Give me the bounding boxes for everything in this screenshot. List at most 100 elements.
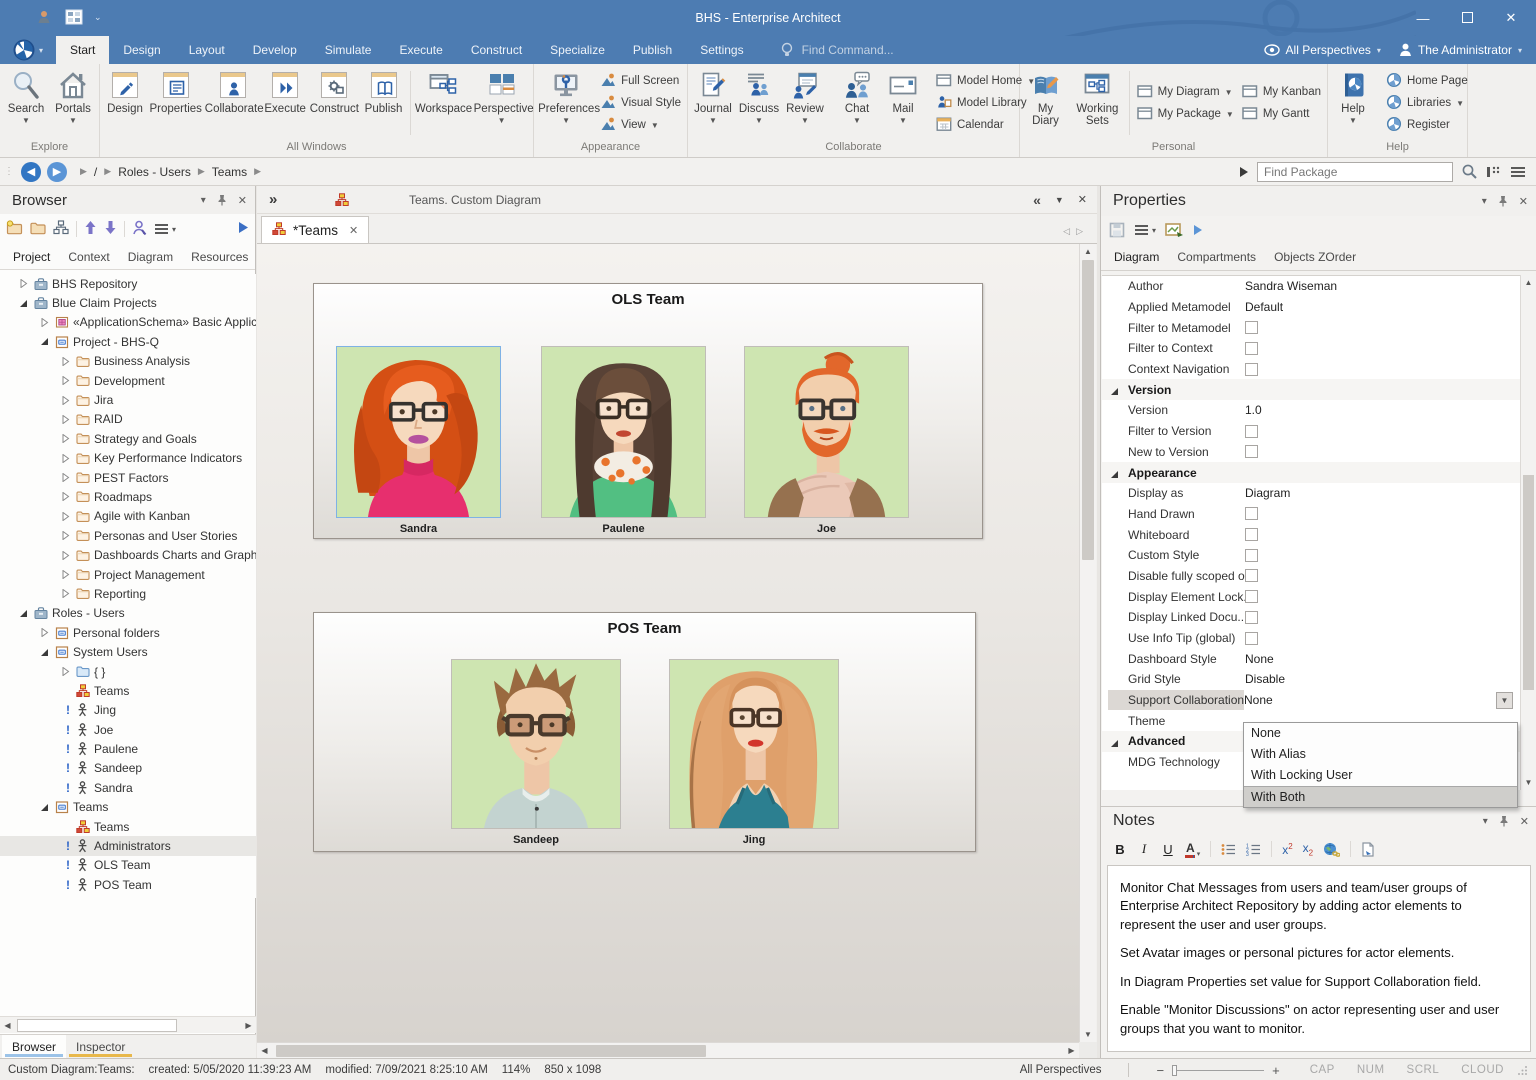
property-row-dashboard-style[interactable]: Dashboard StyleNone bbox=[1102, 648, 1520, 669]
property-value[interactable]: Sandra Wiseman bbox=[1245, 279, 1337, 293]
menu-icon[interactable]: ▾ bbox=[1134, 224, 1156, 236]
property-value[interactable]: 1.0 bbox=[1245, 403, 1262, 417]
collapsed-icon[interactable] bbox=[58, 531, 72, 540]
actor-paulene[interactable]: Paulene bbox=[541, 346, 706, 535]
collapse-icon[interactable]: « bbox=[1033, 192, 1041, 208]
properties-button[interactable]: Properties bbox=[148, 67, 203, 139]
publish-button[interactable]: Publish bbox=[361, 67, 407, 139]
tree-item-sandra[interactable]: ! Sandra bbox=[0, 778, 256, 797]
tree-item-strategy-and-goals[interactable]: Strategy and Goals bbox=[0, 429, 256, 448]
property-value[interactable]: Diagram bbox=[1245, 486, 1290, 500]
close-tab-icon[interactable]: ✕ bbox=[349, 224, 358, 237]
move-down-icon[interactable] bbox=[104, 220, 117, 238]
find-user-icon[interactable] bbox=[132, 220, 147, 239]
tree-item-paulene[interactable]: ! Paulene bbox=[0, 739, 256, 758]
move-up-icon[interactable] bbox=[84, 220, 97, 238]
scroll-right-icon[interactable]: ▶ bbox=[1064, 1046, 1079, 1055]
panel-menu-icon[interactable]: ▾ bbox=[201, 195, 206, 206]
checkbox[interactable] bbox=[1245, 611, 1258, 624]
bottom-tab-browser[interactable]: Browser bbox=[2, 1035, 66, 1058]
tree-item-raid[interactable]: RAID bbox=[0, 410, 256, 429]
checkbox[interactable] bbox=[1245, 590, 1258, 603]
libraries-button[interactable]: Libraries▼ bbox=[1386, 94, 1468, 113]
scroll-right-icon[interactable]: ▶ bbox=[241, 1021, 256, 1030]
actor-joe[interactable]: Joe bbox=[744, 346, 909, 535]
property-row-custom-style[interactable]: Custom Style bbox=[1102, 545, 1520, 566]
tree-item-key-performance-indicators[interactable]: Key Performance Indicators bbox=[0, 449, 256, 468]
collapsed-icon[interactable] bbox=[58, 551, 72, 560]
browser-horizontal-scrollbar[interactable]: ◀ ▶ bbox=[0, 1016, 256, 1033]
expand-tabs-icon[interactable]: » bbox=[269, 191, 277, 208]
dropdown-button[interactable]: ▼ bbox=[1496, 692, 1513, 709]
checkbox[interactable] bbox=[1245, 507, 1258, 520]
tree-item-sandeep[interactable]: ! Sandeep bbox=[0, 759, 256, 778]
tree-item-joe[interactable]: ! Joe bbox=[0, 720, 256, 739]
expanded-icon[interactable] bbox=[1110, 737, 1119, 751]
browser-tab-diagram[interactable]: Diagram bbox=[119, 244, 182, 269]
collapsed-icon[interactable] bbox=[37, 318, 51, 327]
status-perspectives[interactable]: All Perspectives bbox=[1020, 1064, 1102, 1076]
property-row-use-info-tip-global-[interactable]: Use Info Tip (global) bbox=[1102, 628, 1520, 649]
tree-item-jing[interactable]: ! Jing bbox=[0, 701, 256, 720]
close-document-icon[interactable]: ✕ bbox=[1078, 193, 1087, 206]
tab-teams[interactable]: *Teams ✕ bbox=[261, 216, 369, 243]
new-diagram-icon[interactable] bbox=[53, 220, 69, 238]
dropdown-option-with-both[interactable]: With Both bbox=[1244, 786, 1517, 807]
visual-style-button[interactable]: Visual Style bbox=[600, 94, 681, 113]
collapsed-icon[interactable] bbox=[58, 415, 72, 424]
ribbon-tab-layout[interactable]: Layout bbox=[175, 36, 239, 64]
bottom-tab-inspector[interactable]: Inspector bbox=[66, 1035, 135, 1058]
my-package-button[interactable]: My Package▼ bbox=[1137, 105, 1234, 124]
dropdown-option-with-alias[interactable]: With Alias bbox=[1244, 744, 1517, 765]
scroll-left-icon[interactable]: ◀ bbox=[257, 1046, 272, 1055]
menu-icon[interactable] bbox=[1510, 166, 1526, 178]
play-icon[interactable] bbox=[238, 221, 249, 237]
property-row-applied-metamodel[interactable]: Applied MetamodelDefault bbox=[1102, 297, 1520, 318]
hyperlink-globe-icon[interactable] bbox=[1323, 842, 1340, 857]
status-toggle-cloud[interactable]: CLOUD bbox=[1461, 1064, 1504, 1076]
collapsed-icon[interactable] bbox=[58, 473, 72, 482]
diagram-canvas[interactable]: OLS Team Sandra Paulene JoePOS Team bbox=[257, 244, 1079, 1042]
scroll-down-icon[interactable]: ▼ bbox=[1080, 1030, 1096, 1039]
search-icon[interactable] bbox=[1461, 163, 1478, 180]
avatar-jing[interactable] bbox=[669, 659, 839, 829]
scrollbar-thumb[interactable] bbox=[276, 1045, 706, 1057]
property-row-disable-fully-scoped-o-[interactable]: Disable fully scoped o... bbox=[1102, 566, 1520, 587]
tab-list-icon[interactable]: ▼ bbox=[1055, 195, 1064, 205]
navigate-back-button[interactable]: ◀ bbox=[21, 162, 41, 182]
checkbox[interactable] bbox=[1245, 321, 1258, 334]
collaborate-button[interactable]: Collaborate bbox=[203, 67, 262, 139]
play-icon[interactable] bbox=[1239, 166, 1249, 178]
tree-item-development[interactable]: Development bbox=[0, 371, 256, 390]
app-menu-button[interactable]: ▾ bbox=[0, 36, 56, 64]
property-row-grid-style[interactable]: Grid StyleDisable bbox=[1102, 669, 1520, 690]
team-box-ols-team[interactable]: OLS Team Sandra Paulene Joe bbox=[313, 283, 983, 539]
property-row-filter-to-metamodel[interactable]: Filter to Metamodel bbox=[1102, 317, 1520, 338]
collapsed-icon[interactable] bbox=[58, 396, 72, 405]
layout-dots-icon[interactable] bbox=[1486, 165, 1502, 179]
superscript-button[interactable]: x2 bbox=[1282, 842, 1292, 857]
property-row-display-element-lock-[interactable]: Display Element Lock... bbox=[1102, 586, 1520, 607]
scroll-up-icon[interactable]: ▲ bbox=[1080, 244, 1096, 256]
expanded-icon[interactable] bbox=[37, 337, 51, 346]
save-icon[interactable] bbox=[1109, 222, 1125, 238]
ribbon-tab-publish[interactable]: Publish bbox=[619, 36, 686, 64]
collapsed-icon[interactable] bbox=[58, 667, 72, 676]
tree-item--[interactable]: { } bbox=[0, 662, 256, 681]
avatar-sandeep[interactable] bbox=[451, 659, 621, 829]
collapsed-icon[interactable] bbox=[58, 589, 72, 598]
collapsed-icon[interactable] bbox=[58, 492, 72, 501]
user-menu[interactable]: The Administrator▾ bbox=[1399, 43, 1522, 57]
subscript-button[interactable]: x2 bbox=[1303, 841, 1313, 857]
expanded-icon[interactable] bbox=[16, 609, 30, 618]
tree-item-personal-folders[interactable]: Personal folders bbox=[0, 623, 256, 642]
view-button[interactable]: View▼ bbox=[600, 116, 681, 135]
find-command-input[interactable]: Find Command... bbox=[780, 36, 894, 64]
tree-item-pest-factors[interactable]: PEST Factors bbox=[0, 468, 256, 487]
checkbox[interactable] bbox=[1245, 549, 1258, 562]
checkbox[interactable] bbox=[1245, 342, 1258, 355]
properties-scrollbar[interactable]: ▲ ▼ bbox=[1520, 275, 1536, 790]
dropdown-option-with-locking-user[interactable]: With Locking User bbox=[1244, 765, 1517, 786]
expanded-icon[interactable] bbox=[1110, 468, 1119, 482]
property-value[interactable]: Disable bbox=[1245, 672, 1285, 686]
